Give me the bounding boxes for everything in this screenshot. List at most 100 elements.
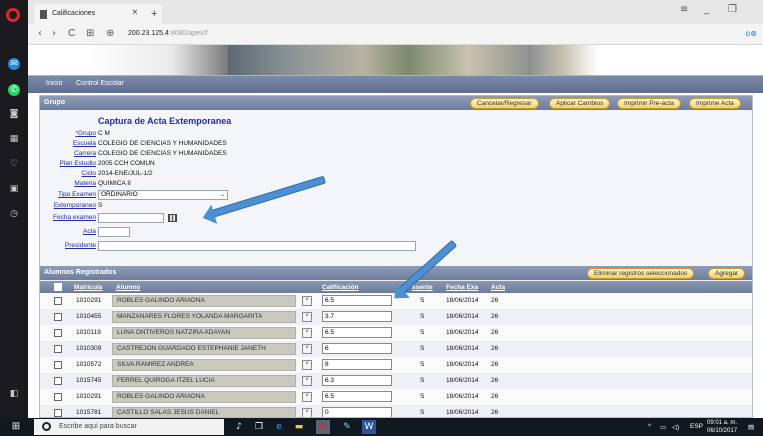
table-row: 1010572 SILVA RAMIREZ ANDREA ^ 8 S 18/06… xyxy=(40,357,752,373)
plan-estudio-value: 2005 CCH COMUN xyxy=(98,160,155,167)
menu-item-inicio[interactable]: Inicio xyxy=(46,80,62,87)
word-icon[interactable]: W xyxy=(362,420,376,434)
row-checkbox[interactable] xyxy=(54,297,62,305)
calificacion-input[interactable]: 6.5 xyxy=(322,327,392,338)
fecha-cell: 18/06/2014 xyxy=(446,377,479,384)
chevron-up-icon[interactable]: ^ xyxy=(302,344,312,354)
task-view-icon[interactable]: ❐ xyxy=(252,420,266,434)
fecha-cell: 18/06/2014 xyxy=(446,409,479,416)
back-icon[interactable]: ‹ xyxy=(38,28,42,39)
file-explorer-icon[interactable]: ▬ xyxy=(292,420,306,434)
menu-icon[interactable]: ≡ xyxy=(680,4,688,15)
sidebar-toggle-icon[interactable]: ◧ xyxy=(8,388,20,400)
minimize-icon[interactable]: _ xyxy=(704,4,709,15)
col-estatus[interactable]: ssente xyxy=(412,284,433,291)
calificacion-input[interactable]: 6.3 xyxy=(322,375,392,386)
speed-dial-icon[interactable]: ⊞ xyxy=(86,28,94,39)
main-menu: Inicio Control Escolar xyxy=(28,75,763,93)
matricula-cell: 1015781 xyxy=(76,409,102,416)
vpn-icon[interactable]: o⊗ xyxy=(745,29,757,38)
browser-tab[interactable]: Calificaciones × + xyxy=(34,4,162,24)
edge-icon[interactable]: e xyxy=(272,420,286,434)
chevron-up-icon[interactable]: ^ xyxy=(302,360,312,370)
restore-icon[interactable]: ❐ xyxy=(728,4,737,15)
taskbar-clock[interactable]: 09:01 a. m. 06/10/2017 xyxy=(707,419,737,435)
alumno-cell: ROBLES GALINDO ARIADNA xyxy=(112,295,296,307)
calificacion-input[interactable]: 6.5 xyxy=(322,391,392,402)
calificacion-input[interactable]: 6 xyxy=(322,343,392,354)
microphone-icon[interactable]: ♪ xyxy=(232,420,246,434)
chevron-up-icon[interactable]: ^ xyxy=(302,296,312,306)
row-checkbox[interactable] xyxy=(54,361,62,369)
volume-icon[interactable]: ◁) xyxy=(672,423,679,431)
print-pre-acta-button[interactable]: Imprimir Pre-acta xyxy=(617,98,681,109)
site-info-icon[interactable]: ⊕ xyxy=(106,28,114,39)
whatsapp-icon[interactable]: ✆ xyxy=(8,84,20,96)
notifications-icon[interactable]: ▤ xyxy=(748,423,754,431)
materia-value: QUIMICA II xyxy=(98,180,131,187)
ciclo-value: 2014-ENE/JUL-1/2 xyxy=(98,170,153,177)
matricula-cell: 1010119 xyxy=(76,329,101,336)
chevron-up-icon[interactable]: ^ xyxy=(302,392,312,402)
calendar-icon[interactable] xyxy=(168,214,177,222)
address-bar: ‹ › C ⊞ ⊕ 200.23.125.4:8080/apex/f o⊗ xyxy=(28,24,763,45)
acta-input[interactable] xyxy=(98,227,130,237)
opera-logo-icon[interactable] xyxy=(6,8,20,22)
estatus-cell: S xyxy=(420,377,425,384)
group-form: Captura de Acta Extemporanea *Grupo C M … xyxy=(40,110,752,267)
extemporaneo-label: Extemporaneo xyxy=(53,202,96,209)
row-checkbox[interactable] xyxy=(54,377,62,385)
row-checkbox[interactable] xyxy=(54,313,62,321)
print-acta-button[interactable]: Imprime Acta xyxy=(689,98,741,109)
row-checkbox[interactable] xyxy=(54,393,62,401)
carrera-value: COLEGIO DE CIENCIAS Y HUMANIDADES xyxy=(98,150,227,157)
language-indicator[interactable]: ESP xyxy=(690,423,703,430)
row-checkbox[interactable] xyxy=(54,329,62,337)
calificacion-input[interactable]: 0 xyxy=(322,407,392,417)
chevron-up-icon[interactable]: ^ xyxy=(302,312,312,322)
calificacion-input[interactable]: 6.5 xyxy=(322,295,392,306)
table-row: 1010291 ROBLES GALINDO ARIADNA ^ 6.5 S 1… xyxy=(40,389,752,405)
chevron-up-icon[interactable]: ^ xyxy=(302,376,312,386)
col-matricula[interactable]: Matricula xyxy=(74,284,103,291)
chevron-down-icon: ⌄ xyxy=(219,192,225,198)
table-row: 1010455 MANZANARES FLORES YOLANDA MARGAR… xyxy=(40,309,752,325)
new-tab-icon[interactable]: + xyxy=(151,8,157,20)
network-icon[interactable]: ▭ xyxy=(660,423,666,431)
row-checkbox[interactable] xyxy=(54,409,62,417)
url-field[interactable]: 200.23.125.4:8080/apex/f xyxy=(128,30,207,37)
tray-chevron-icon[interactable]: ^ xyxy=(648,423,651,430)
delete-selected-button[interactable]: Eliminar registros seleccionados xyxy=(587,268,695,279)
menu-item-control-escolar[interactable]: Control Escolar xyxy=(76,80,124,87)
fecha-examen-input[interactable] xyxy=(98,213,164,223)
reload-icon[interactable]: C xyxy=(68,28,75,39)
chevron-up-icon[interactable]: ^ xyxy=(302,408,312,417)
apply-changes-button[interactable]: Aplicar Cambios xyxy=(549,98,611,109)
windows-start-icon[interactable]: ⊞ xyxy=(4,421,28,433)
select-all-checkbox[interactable] xyxy=(54,283,62,291)
acta-label: Acta xyxy=(82,228,96,235)
row-checkbox[interactable] xyxy=(54,345,62,353)
taskbar-search[interactable]: Escribe aquí para buscar xyxy=(34,419,224,435)
cancel-button[interactable]: Cancelar/Regresar xyxy=(470,98,539,109)
add-button[interactable]: Agregar xyxy=(708,268,746,279)
opera-taskbar-icon[interactable]: O xyxy=(316,420,330,434)
paint-icon[interactable]: ✎ xyxy=(340,420,354,434)
col-calificacion[interactable]: Calificación xyxy=(322,284,358,291)
col-acta[interactable]: Acta xyxy=(491,284,505,291)
messenger-icon[interactable]: ✉ xyxy=(8,58,20,70)
presidente-input[interactable] xyxy=(98,241,416,251)
fecha-cell: 18/06/2014 xyxy=(446,313,479,320)
chevron-up-icon[interactable]: ^ xyxy=(302,328,312,338)
matricula-cell: 1010291 xyxy=(76,393,102,400)
estatus-cell: S xyxy=(420,329,425,336)
tipo-examen-select[interactable]: ORDINARIO ⌄ xyxy=(98,190,228,200)
col-alumno[interactable]: Alumno xyxy=(116,284,140,291)
tab-close-icon[interactable]: × xyxy=(132,7,138,18)
calificacion-input[interactable]: 3.7 xyxy=(322,311,392,322)
camera-icon[interactable]: ◙ xyxy=(8,108,20,120)
forward-icon[interactable]: › xyxy=(52,28,56,39)
col-fecha[interactable]: Fecha Exa xyxy=(446,284,478,291)
acta-cell: 26 xyxy=(491,409,499,416)
calificacion-input[interactable]: 8 xyxy=(322,359,392,370)
